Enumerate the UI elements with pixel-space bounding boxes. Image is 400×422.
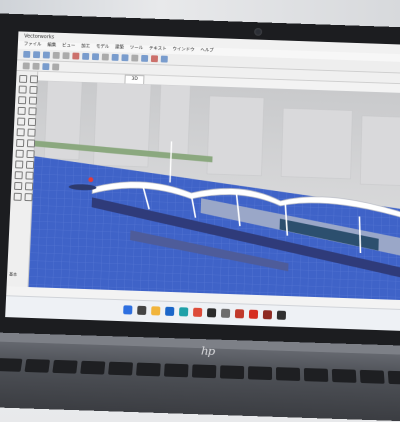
keyboard-key[interactable]: [80, 360, 106, 375]
edge-browser-icon[interactable]: [179, 307, 189, 317]
offset-icon[interactable]: [16, 138, 25, 148]
dimension-icon[interactable]: [16, 128, 25, 137]
app-icon-red[interactable]: [234, 309, 245, 319]
app-icon-dark[interactable]: [276, 310, 287, 320]
keyboard-key[interactable]: [0, 358, 23, 372]
keyboard-key[interactable]: [163, 363, 189, 378]
3d-model-render: [28, 80, 400, 301]
mode-icon-3[interactable]: [42, 63, 50, 71]
keyboard-key[interactable]: [303, 368, 329, 382]
keyboard-key[interactable]: [24, 358, 51, 373]
3d-viewport[interactable]: [28, 80, 400, 301]
brand-logo: hp: [200, 344, 215, 358]
keyboard-key[interactable]: [52, 359, 78, 374]
tool-set-label: 基本: [9, 271, 18, 277]
keyboard-key[interactable]: [135, 362, 161, 377]
line-icon[interactable]: [18, 85, 27, 94]
window-title: Vectorworks: [23, 33, 55, 41]
class-icon[interactable]: [91, 53, 100, 61]
acrobat-icon[interactable]: [248, 309, 259, 319]
circle-icon[interactable]: [18, 96, 27, 105]
windows-start-icon[interactable]: [123, 305, 133, 315]
column-icon[interactable]: [13, 192, 22, 201]
polygon-icon[interactable]: [17, 106, 26, 115]
laptop-screen: Vectorworks ファイル 編集 ビュー 加工 モデル 建築 ツール テキ…: [5, 31, 400, 332]
selection-tool-icon[interactable]: [72, 52, 80, 60]
freehand-icon[interactable]: [17, 117, 26, 126]
chrome-icon[interactable]: [192, 307, 203, 317]
layer-icon[interactable]: [82, 52, 90, 60]
keyboard-key[interactable]: [108, 361, 134, 376]
webcam: [254, 27, 263, 36]
render-icon[interactable]: [111, 53, 119, 61]
file-explorer-icon[interactable]: [151, 306, 161, 316]
roof-icon[interactable]: [14, 181, 23, 191]
keyboard-key[interactable]: [359, 369, 385, 384]
selection-arrow-icon[interactable]: [19, 74, 28, 83]
trim-icon[interactable]: [15, 149, 24, 158]
open-file-icon[interactable]: [32, 51, 41, 59]
keyboard-key[interactable]: [191, 364, 217, 379]
settings-icon[interactable]: [220, 308, 231, 318]
new-file-icon[interactable]: [23, 50, 31, 58]
keyboard-key[interactable]: [247, 366, 273, 381]
snap-icon[interactable]: [141, 54, 149, 62]
undo-icon[interactable]: [52, 51, 60, 59]
window-icon[interactable]: [14, 171, 23, 180]
keyboard-key[interactable]: [387, 370, 400, 385]
mail-icon[interactable]: [165, 306, 175, 316]
view-icon[interactable]: [101, 53, 109, 61]
keyboard-key[interactable]: [331, 368, 357, 383]
mode-icon-1[interactable]: [22, 62, 30, 70]
mode-icon-2[interactable]: [32, 62, 40, 70]
laptop-base: hp: [0, 332, 400, 422]
pan-icon[interactable]: [131, 54, 139, 62]
search-icon[interactable]: [137, 305, 147, 316]
keyboard: [0, 358, 400, 385]
keyboard-key[interactable]: [219, 365, 245, 380]
laptop-lid: Vectorworks ファイル 編集 ビュー 加工 モデル 建築 ツール テキ…: [0, 12, 400, 353]
save-icon[interactable]: [42, 51, 50, 59]
redo-icon[interactable]: [62, 52, 70, 60]
walkthrough-icon[interactable]: [160, 55, 168, 63]
windows-taskbar: [5, 295, 400, 332]
zoom-icon[interactable]: [121, 54, 129, 62]
store-icon[interactable]: [206, 308, 217, 318]
document-tab-label: 3D: [131, 76, 138, 82]
mode-icon-4[interactable]: [52, 63, 60, 71]
wall-icon[interactable]: [15, 160, 24, 169]
flyover-icon[interactable]: [150, 55, 159, 63]
cad-app-icon[interactable]: [262, 310, 273, 320]
keyboard-key[interactable]: [275, 367, 301, 382]
